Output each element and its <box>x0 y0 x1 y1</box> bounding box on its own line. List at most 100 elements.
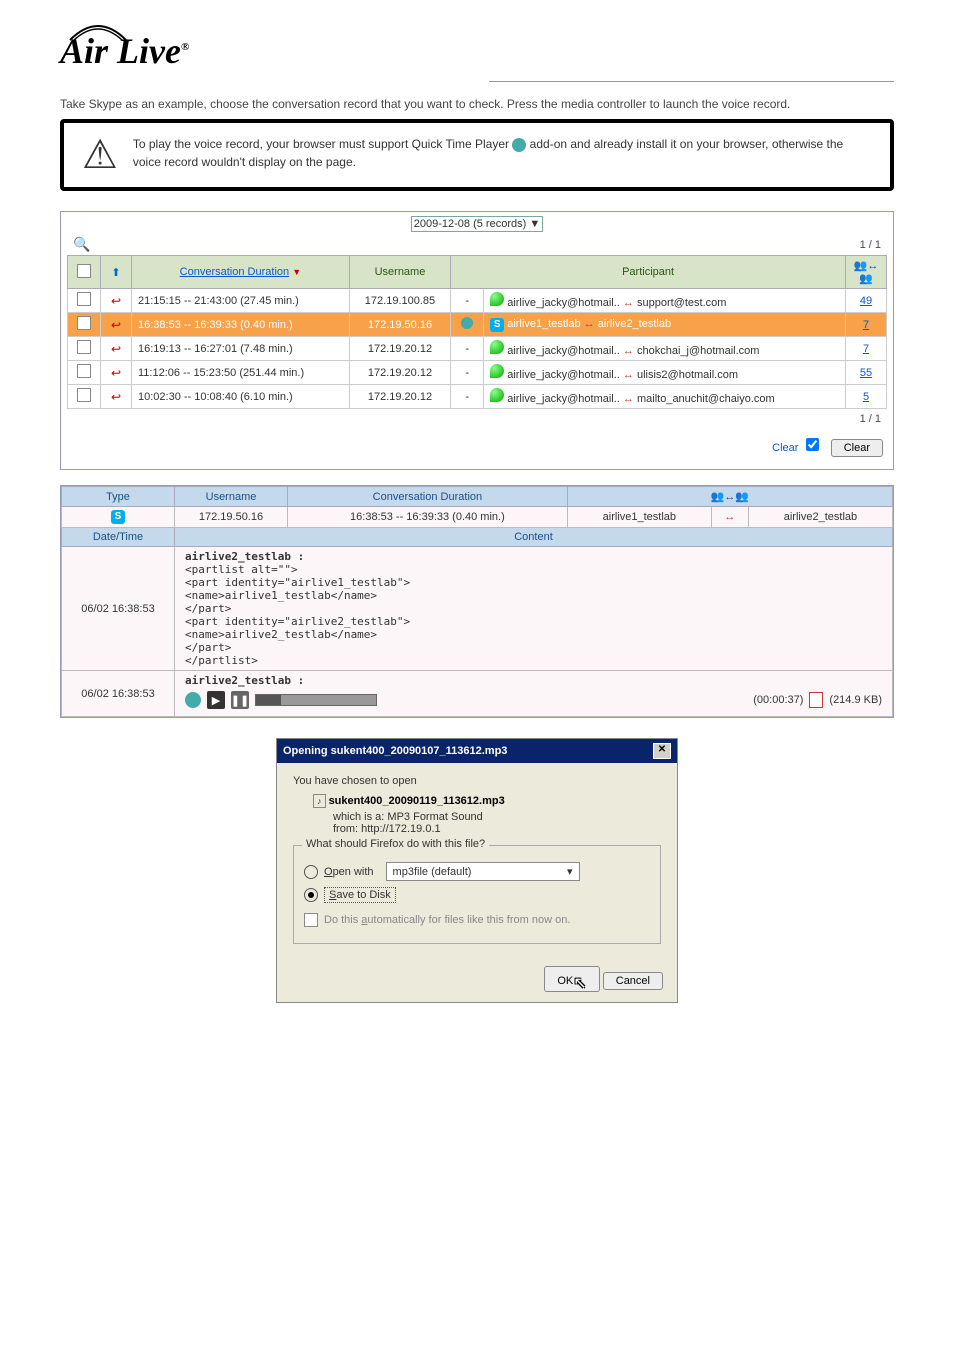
chevron-down-icon: ▾ <box>567 865 573 878</box>
cell-username: 172.19.20.12 <box>349 337 450 361</box>
records-panel: 2009-12-08 (5 records) ▼ 🔍 1 / 1 ⬆ Conve… <box>60 211 894 470</box>
cell-duration: 10:02:30 -- 10:08:40 (6.10 min.) <box>132 385 350 409</box>
close-icon[interactable]: ✕ <box>653 743 671 759</box>
cell-username: 172.19.50.16 <box>349 313 450 337</box>
cell-duration: 11:12:06 -- 15:23:50 (251.44 min.) <box>132 361 350 385</box>
table-row[interactable]: ↩10:02:30 -- 10:08:40 (6.10 min.)172.19.… <box>68 385 887 409</box>
file-icon[interactable] <box>809 692 823 708</box>
count-link[interactable]: 49 <box>860 295 872 307</box>
auto-label: Do this automatically for files like thi… <box>324 914 570 926</box>
table-row[interactable]: ↩ 16:38:53 -- 16:39:33 (0.40 min.)172.19.… <box>68 313 887 337</box>
participants-icon: 👥↔👥 <box>854 260 879 285</box>
col-participant[interactable]: Participant <box>451 256 846 289</box>
col-participants2: 👥↔👥 <box>567 487 892 507</box>
count-link[interactable]: 55 <box>860 367 872 379</box>
sort-direction-icon[interactable]: ⬆ <box>111 267 120 279</box>
media-progress[interactable] <box>255 694 377 706</box>
chosen-text: You have chosen to open <box>293 775 661 787</box>
clear-button[interactable]: Clear <box>831 439 883 457</box>
skype-icon: S <box>490 318 504 332</box>
cell-participant: airlive_jacky@hotmail.. ↔ ulisis2@hotmai… <box>484 361 846 385</box>
row-checkbox[interactable] <box>77 364 91 378</box>
col-username[interactable]: Username <box>349 256 450 289</box>
cell-participant: airlive_jacky@hotmail.. ↔ mailto_anuchit… <box>484 385 846 409</box>
msn-icon <box>490 340 504 354</box>
cell-datetime: 06/02 16:38:53 <box>62 547 175 671</box>
cell-datetime: 06/02 16:38:53 <box>62 671 175 717</box>
records-table: ⬆ Conversation Duration ▼ Username Parti… <box>67 255 887 409</box>
cell-dash: - <box>451 337 484 361</box>
open-with-radio[interactable] <box>304 865 318 879</box>
detail-username: 172.19.50.16 <box>175 507 288 528</box>
table-row[interactable]: ↩11:12:06 -- 15:23:50 (251.44 min.)172.1… <box>68 361 887 385</box>
cell-participant: airlive_jacky@hotmail.. ↔ chokchai_j@hot… <box>484 337 846 361</box>
content-row: 06/02 16:38:53airlive2_testlab :▶❚❚(00:0… <box>62 671 893 717</box>
cell-duration: 16:38:53 -- 16:39:33 (0.40 min.) <box>132 313 350 337</box>
bidir-icon: ↔ <box>623 345 634 357</box>
from-value: http://172.19.0.1 <box>361 823 441 835</box>
cell-dash: - <box>451 289 484 313</box>
row-checkbox[interactable] <box>77 388 91 402</box>
cell-media: airlive2_testlab :▶❚❚(00:00:37) (214.9 K… <box>175 671 893 717</box>
bidir-icon: ↔ <box>623 393 634 405</box>
clear-link[interactable]: Clear <box>772 442 798 454</box>
bidir-icon: ↔ <box>584 318 595 330</box>
cell-dash: - <box>451 385 484 409</box>
pager-bottom: 1 / 1 <box>67 409 887 429</box>
bidir-icon: ↔ <box>623 297 634 309</box>
file-icon: ♪ <box>313 794 326 808</box>
note-text: Take Skype as an example, choose the con… <box>60 97 894 111</box>
row-checkbox[interactable] <box>77 292 91 306</box>
row-checkbox[interactable] <box>77 340 91 354</box>
from-label: from: <box>333 823 358 835</box>
direction-icon: ↩ <box>111 318 121 332</box>
dialog-filename: sukent400_20090119_113612.mp3 <box>329 795 505 807</box>
row-checkbox[interactable] <box>77 316 91 330</box>
cell-participant: S airlive1_testlab ↔ airlive2_testlab <box>484 313 846 337</box>
count-link[interactable]: 5 <box>863 391 869 403</box>
download-dialog: Opening sukent400_20090107_113612.mp3 ✕ … <box>276 738 678 1003</box>
count-link[interactable]: 7 <box>863 319 869 331</box>
clear-checkbox[interactable] <box>806 438 819 451</box>
col-datetime: Date/Time <box>62 528 175 547</box>
open-with-label: Open with <box>324 866 374 878</box>
search-icon[interactable]: 🔍 <box>73 236 90 253</box>
pause-button[interactable]: ❚❚ <box>231 691 249 709</box>
bidir-icon: ↔ <box>623 369 634 381</box>
play-button[interactable]: ▶ <box>207 691 225 709</box>
auto-checkbox[interactable] <box>304 913 318 927</box>
col-duration[interactable]: Conversation Duration <box>180 266 289 278</box>
date-dropdown[interactable]: 2009-12-08 (5 records) ▼ <box>411 216 543 232</box>
col-content: Content <box>175 528 893 547</box>
ok-button[interactable]: OK↖ <box>544 966 599 992</box>
skype-icon: S <box>111 510 125 524</box>
pager: 1 / 1 <box>860 239 881 251</box>
cell-username: 172.19.20.12 <box>349 361 450 385</box>
table-row[interactable]: ↩16:19:13 -- 16:27:01 (7.48 min.)172.19.… <box>68 337 887 361</box>
open-with-select[interactable]: mp3file (default)▾ <box>386 862 580 881</box>
file-type: MP3 Format Sound <box>387 811 482 823</box>
quicktime-icon <box>512 138 526 152</box>
msn-icon <box>490 292 504 306</box>
quicktime-icon <box>461 317 473 329</box>
detail-p2: airlive2_testlab <box>748 507 892 528</box>
fieldset-legend: What should Firefox do with this file? <box>302 838 489 850</box>
table-row[interactable]: ↩21:15:15 -- 21:43:00 (27.45 min.)172.19… <box>68 289 887 313</box>
detail-p1: airlive1_testlab <box>567 507 711 528</box>
warning-icon: ⚠ <box>82 135 118 175</box>
col-username2: Username <box>175 487 288 507</box>
logo: Air Live® <box>60 30 189 72</box>
cell-dash <box>451 313 484 337</box>
cell-duration: 21:15:15 -- 21:43:00 (27.45 min.) <box>132 289 350 313</box>
select-all-checkbox[interactable] <box>77 264 91 278</box>
col-duration2: Conversation Duration <box>288 487 568 507</box>
msn-icon <box>490 388 504 402</box>
detail-duration: 16:38:53 -- 16:39:33 (0.40 min.) <box>288 507 568 528</box>
detail-panel: Type Username Conversation Duration 👥↔👥 … <box>60 485 894 718</box>
save-disk-radio[interactable] <box>304 888 318 902</box>
media-size: (214.9 KB) <box>829 694 882 706</box>
cell-username: 172.19.100.85 <box>349 289 450 313</box>
cell-participant: airlive_jacky@hotmail.. ↔ support@test.c… <box>484 289 846 313</box>
cancel-button[interactable]: Cancel <box>603 972 663 990</box>
count-link[interactable]: 7 <box>863 343 869 355</box>
